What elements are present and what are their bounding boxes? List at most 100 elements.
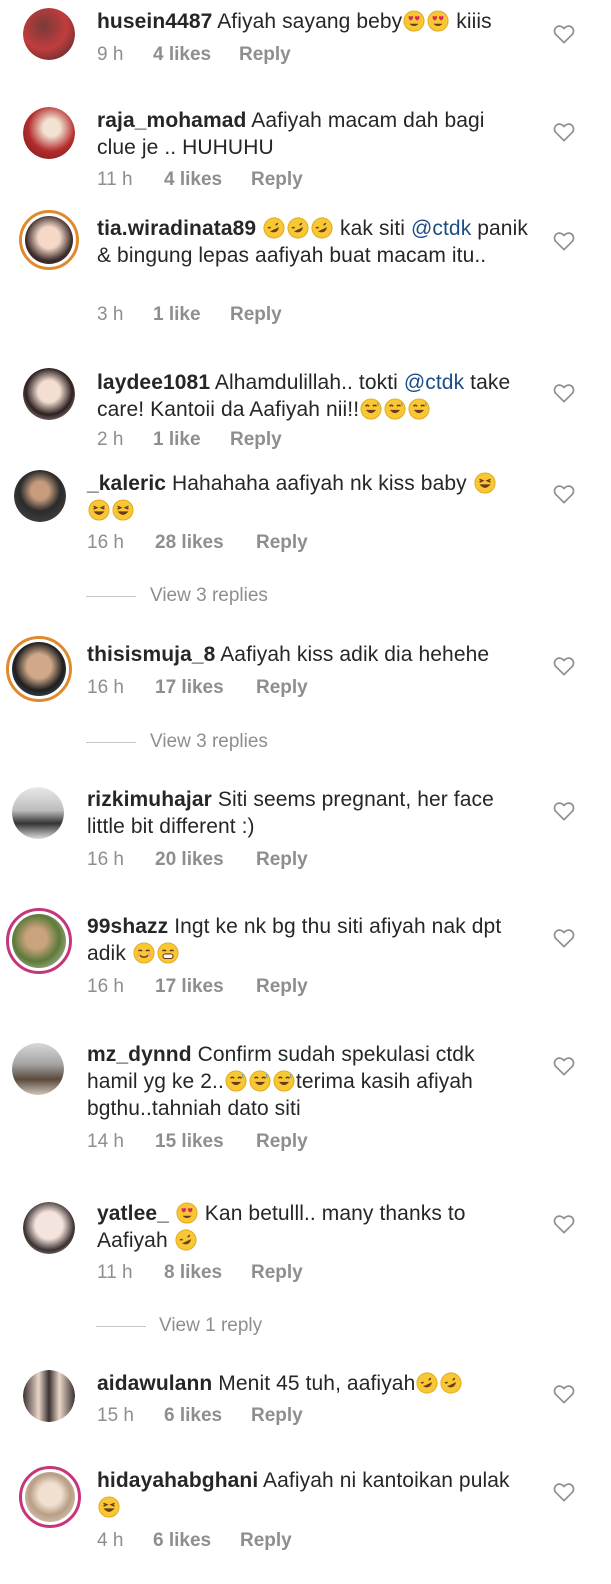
username[interactable]: yatlee_ [97, 1202, 169, 1225]
heart-icon[interactable] [553, 383, 575, 403]
heart-icon[interactable] [553, 1384, 575, 1404]
heart-icon[interactable] [553, 1482, 575, 1502]
avatar[interactable] [19, 1466, 81, 1528]
laughing-emoji [88, 499, 110, 521]
smile-emoji [133, 942, 155, 964]
likes-count[interactable]: 1 like [153, 304, 230, 326]
avatar[interactable] [12, 1043, 64, 1095]
avatar[interactable] [6, 908, 72, 974]
timestamp: 16 h [87, 532, 124, 553]
divider [96, 1326, 146, 1327]
timestamp: 4 h [97, 1530, 124, 1551]
reply-button[interactable]: Reply [240, 1530, 292, 1552]
avatar[interactable] [19, 210, 79, 270]
username[interactable]: 99shazz [87, 915, 168, 938]
avatar[interactable] [23, 368, 75, 420]
avatar[interactable] [23, 1202, 75, 1254]
reply-button[interactable]: Reply [230, 429, 282, 451]
heart-icon[interactable] [553, 122, 575, 142]
comment-text: kak siti [334, 217, 411, 240]
username[interactable]: husein4487 [97, 10, 212, 33]
timestamp: 14 h [87, 1131, 124, 1152]
rofl-emoji [440, 1372, 462, 1394]
likes-count[interactable]: 4 likes [164, 169, 251, 191]
likes-count[interactable]: 20 likes [155, 849, 256, 871]
view-replies[interactable]: View 1 reply [0, 1315, 611, 1339]
username[interactable]: laydee1081 [97, 371, 210, 394]
laughing-emoji [112, 499, 134, 521]
avatar[interactable] [23, 1370, 75, 1422]
sweat-smile-emoji [225, 1070, 247, 1092]
heart-icon[interactable] [553, 656, 575, 676]
heart-eyes-emoji [176, 1202, 198, 1224]
username[interactable]: thisismuja_8 [87, 643, 215, 666]
username[interactable]: hidayahabghani [97, 1469, 258, 1492]
rofl-emoji [263, 217, 285, 239]
timestamp: 16 h [87, 677, 124, 698]
comment-text: Afiyah sayang beby [217, 10, 403, 33]
username[interactable]: mz_dynnd [87, 1043, 192, 1066]
reply-button[interactable]: Reply [239, 44, 291, 66]
timestamp: 2 h [97, 429, 124, 450]
likes-count[interactable]: 6 likes [153, 1530, 240, 1552]
laughing-emoji [474, 472, 496, 494]
view-replies[interactable]: View 3 replies [0, 731, 611, 755]
view-replies-label[interactable]: View 3 replies [150, 585, 268, 607]
username[interactable]: rizkimuhajar [87, 788, 212, 811]
timestamp: 15 h [97, 1405, 134, 1426]
username[interactable]: _kaleric [87, 472, 166, 495]
sweat-smile-emoji [249, 1070, 271, 1092]
likes-count[interactable]: 17 likes [155, 976, 256, 998]
likes-count[interactable]: 8 likes [164, 1262, 251, 1284]
divider [86, 596, 136, 597]
rofl-emoji [175, 1229, 197, 1251]
username[interactable]: raja_mohamad [97, 109, 246, 132]
sweat-smile-emoji [408, 398, 430, 420]
avatar[interactable] [23, 107, 75, 159]
timestamp: 3 h [97, 304, 124, 325]
avatar[interactable] [6, 636, 72, 702]
avatar[interactable] [23, 8, 75, 60]
view-replies[interactable]: View 3 replies [0, 585, 611, 609]
reply-button[interactable]: Reply [256, 532, 308, 554]
reply-button[interactable]: Reply [251, 1405, 303, 1427]
comment-text: Aafiyah kiss adik dia hehehe [220, 643, 490, 666]
likes-count[interactable]: 15 likes [155, 1131, 256, 1153]
heart-icon[interactable] [553, 24, 575, 44]
likes-count[interactable]: 4 likes [153, 44, 239, 66]
comment-text: Aafiyah ni kantoikan pulak [263, 1469, 510, 1492]
reply-button[interactable]: Reply [256, 849, 308, 871]
heart-icon[interactable] [553, 231, 575, 251]
comment-text: Alhamdulillah.. tokti [214, 371, 404, 394]
username[interactable]: tia.wiradinata89 [97, 217, 256, 240]
reply-button[interactable]: Reply [256, 976, 308, 998]
likes-count[interactable]: 17 likes [155, 677, 256, 699]
timestamp: 9 h [97, 44, 124, 65]
heart-icon[interactable] [553, 1056, 575, 1076]
likes-count[interactable]: 1 like [153, 429, 230, 451]
likes-count[interactable]: 6 likes [164, 1405, 251, 1427]
sweat-smile-emoji [384, 398, 406, 420]
view-replies-label[interactable]: View 1 reply [159, 1315, 262, 1337]
timestamp: 11 h [97, 1262, 133, 1283]
heart-icon[interactable] [553, 801, 575, 821]
reply-button[interactable]: Reply [256, 1131, 308, 1153]
reply-button[interactable]: Reply [256, 677, 308, 699]
reply-button[interactable]: Reply [251, 1262, 303, 1284]
avatar[interactable] [14, 470, 66, 522]
username[interactable]: aidawulann [97, 1372, 212, 1395]
comment-text: Hahahaha aafiyah nk kiss baby [171, 472, 467, 495]
heart-icon[interactable] [553, 1214, 575, 1234]
heart-icon[interactable] [553, 484, 575, 504]
heart-icon[interactable] [553, 928, 575, 948]
reply-button[interactable]: Reply [230, 304, 282, 326]
reply-button[interactable]: Reply [251, 169, 303, 191]
avatar[interactable] [12, 787, 64, 839]
view-replies-label[interactable]: View 3 replies [150, 731, 268, 753]
timestamp: 16 h [87, 849, 124, 870]
likes-count[interactable]: 28 likes [155, 532, 256, 554]
laughing-emoji [98, 1496, 120, 1518]
heart-eyes-emoji [403, 10, 425, 32]
mention-link[interactable]: @ctdk [411, 217, 471, 240]
mention-link[interactable]: @ctdk [404, 371, 464, 394]
